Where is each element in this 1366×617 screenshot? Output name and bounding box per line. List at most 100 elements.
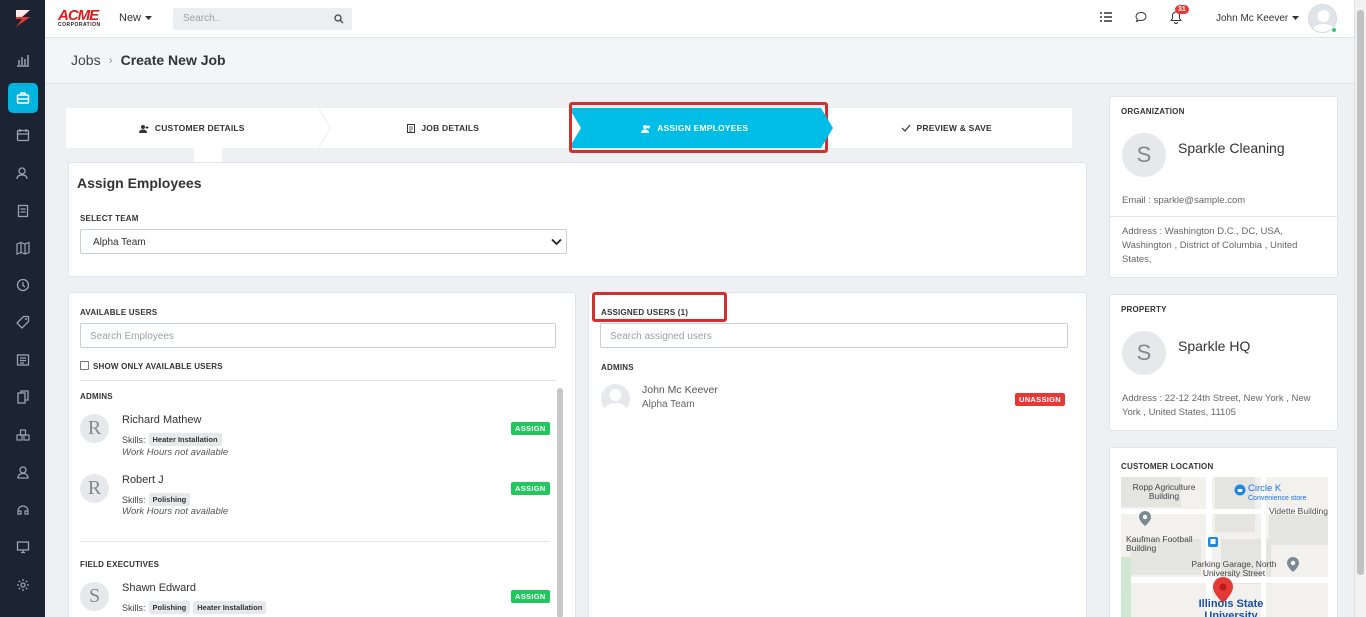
unassign-button[interactable]: UNASSIGN [1015, 393, 1065, 406]
search-icon[interactable] [334, 14, 344, 24]
brand-logo-icon[interactable] [12, 7, 34, 29]
sidebar-calendar-icon[interactable] [8, 120, 38, 150]
property-address: Address : 22-12 24th Street, New York , … [1122, 393, 1311, 418]
team-select-value: Alpha Team [93, 237, 146, 248]
logo-subtext: CORPORATION [58, 22, 101, 28]
property-card: PROPERTY S Sparkle HQ Address : 22-12 24… [1109, 294, 1338, 431]
sidebar-users-icon[interactable] [8, 457, 38, 487]
work-hours-text: Work Hours not available [122, 447, 229, 458]
sidebar-support-icon[interactable] [8, 495, 38, 525]
property-avatar: S [1122, 331, 1166, 375]
check-icon [901, 124, 911, 132]
assign-employees-title: Assign Employees [77, 175, 202, 191]
assign-button[interactable]: ASSIGN [511, 590, 550, 603]
property-name: Sparkle HQ [1178, 338, 1251, 354]
show-only-available-checkbox[interactable] [80, 361, 89, 370]
organization-email: Email : sparkle@sample.com [1122, 195, 1246, 206]
avatar: R [80, 414, 109, 443]
step-label: CUSTOMER DETAILS [154, 123, 245, 133]
map-park [1121, 557, 1131, 617]
tab-connector [194, 148, 222, 162]
location-pin-icon [1139, 511, 1151, 526]
list-icon[interactable] [1100, 11, 1112, 23]
notification-count-badge: 31 [1175, 5, 1189, 14]
step-preview-save[interactable]: PREVIEW & SAVE [821, 108, 1073, 148]
skill-tag: Heater Installation [193, 601, 267, 614]
sidebar-reports-icon[interactable] [8, 345, 38, 375]
highlight-assigned-users [592, 292, 727, 322]
sidebar-invoices-icon[interactable] [8, 196, 38, 226]
step-label: PREVIEW & SAVE [916, 123, 992, 133]
skill-tag: Polishing [148, 601, 191, 614]
customer-location-title: CUSTOMER LOCATION [1121, 462, 1214, 471]
search-employees-placeholder: Search Employees [90, 331, 174, 342]
map-block [1269, 515, 1328, 545]
user-name: Robert J [122, 474, 164, 486]
user-name: Shawn Edward [122, 582, 196, 594]
new-label: New [119, 12, 142, 24]
map-label-vidette: Vidette Building [1269, 506, 1328, 516]
available-users-title: AVAILABLE USERS [80, 308, 158, 317]
skill-tag: Heater Installation [148, 433, 222, 446]
sidebar-documents-icon[interactable] [8, 382, 38, 412]
sidebar-map-icon[interactable] [8, 233, 38, 263]
available-list-scrollbar[interactable] [557, 388, 563, 617]
page-scrollbar[interactable] [1354, 0, 1366, 617]
sidebar [0, 0, 45, 617]
map-label-illinois-state: Illinois State University [1198, 598, 1264, 617]
new-menu-button[interactable]: New [119, 12, 153, 24]
global-search-input[interactable]: Search.. [173, 8, 352, 30]
sidebar-monitor-icon[interactable] [8, 532, 38, 562]
organization-address: Address : Washington D.C., DC, USA, Wash… [1122, 226, 1298, 265]
sidebar-tag-icon[interactable] [8, 307, 38, 337]
assigned-user-team: Alpha Team [642, 399, 695, 410]
customer-location-map[interactable]: Ropp Agriculture Building Circle K Conve… [1121, 477, 1328, 617]
show-only-available-label: SHOW ONLY AVAILABLE USERS [93, 362, 223, 371]
skill-tag: Polishing [148, 493, 191, 506]
user-menu-button[interactable]: John Mc Keever [1216, 13, 1300, 24]
search-assigned-placeholder: Search assigned users [610, 331, 712, 342]
property-title: PROPERTY [1121, 305, 1167, 314]
sidebar-settings-icon[interactable] [8, 570, 38, 600]
map-label-ropp: Ropp Agriculture Building [1132, 482, 1196, 501]
divider [1110, 216, 1337, 217]
organization-avatar: S [1122, 133, 1166, 177]
search-employees-input[interactable]: Search Employees [80, 323, 556, 348]
sidebar-clock-icon[interactable] [8, 270, 38, 300]
logo-text: ACME [58, 7, 99, 24]
clipboard-icon [407, 124, 416, 133]
scrollbar-thumb[interactable] [1357, 10, 1364, 575]
assign-button[interactable]: ASSIGN [511, 422, 550, 435]
search-assigned-users-input[interactable]: Search assigned users [600, 323, 1068, 348]
skills-label: Skills: [122, 602, 146, 613]
map-road [1206, 477, 1212, 617]
sidebar-jobs-icon[interactable] [8, 83, 38, 113]
step-job-details[interactable]: JOB DETAILS [318, 108, 570, 148]
sidebar-dashboard-icon[interactable] [8, 45, 38, 75]
organization-name: Sparkle Cleaning [1178, 140, 1285, 156]
assign-button[interactable]: ASSIGN [511, 482, 550, 495]
acme-logo[interactable]: ACME CORPORATION [58, 7, 108, 31]
step-customer-details[interactable]: CUSTOMER DETAILS [66, 108, 331, 148]
caret-down-icon [145, 15, 153, 20]
assign-employees-card: Assign Employees SELECT TEAM Alpha Team [68, 162, 1087, 277]
organization-title: ORGANIZATION [1121, 107, 1185, 116]
assigned-user-name: John Mc Keever [642, 384, 718, 396]
avatar: S [80, 582, 109, 611]
sidebar-inventory-icon[interactable] [8, 420, 38, 450]
store-pin-icon [1234, 484, 1246, 496]
work-hours-text: Work Hours not available [122, 506, 229, 517]
user-icon [138, 124, 149, 133]
skills-label: Skills: [122, 434, 146, 445]
avatar [601, 384, 630, 413]
breadcrumb-jobs-link[interactable]: Jobs [71, 52, 101, 68]
divider [80, 541, 550, 542]
breadcrumb: Jobs › Create New Job [71, 52, 226, 68]
chat-icon[interactable] [1135, 11, 1147, 23]
team-select[interactable]: Alpha Team [80, 229, 567, 254]
skills-row: Skills: Polishing [122, 493, 191, 506]
sidebar-customers-icon[interactable] [8, 158, 38, 188]
user-name: Richard Mathew [122, 414, 202, 426]
map-label-kaufman: Kaufman Football Building [1126, 534, 1193, 553]
online-status-dot [1331, 27, 1337, 33]
